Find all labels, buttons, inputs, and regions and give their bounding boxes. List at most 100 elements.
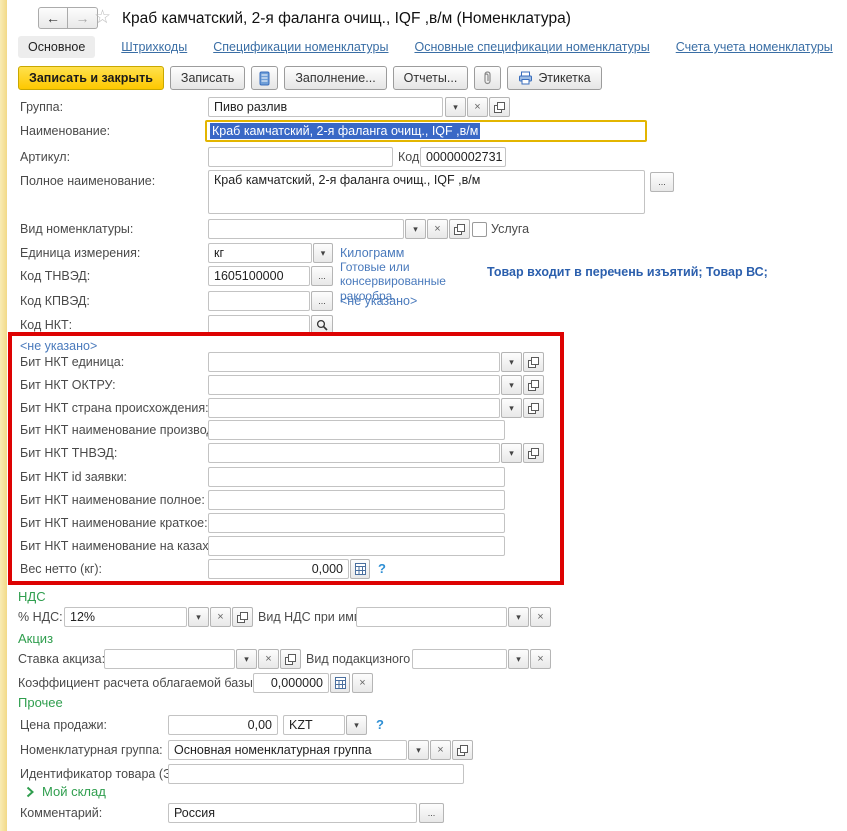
esf-id-input[interactable]	[168, 764, 464, 784]
vat-rate-input[interactable]: 12%	[64, 607, 187, 627]
bit-nkt-unit-input[interactable]	[208, 352, 500, 372]
bit-nkt-unit-open-button[interactable]	[523, 352, 544, 372]
fill-button[interactable]: Заполнение...	[284, 66, 386, 90]
excise-coef-calc-button[interactable]	[330, 673, 350, 693]
group-clear-button[interactable]: ×	[467, 97, 488, 117]
bit-nkt-request-id-input[interactable]	[208, 467, 505, 487]
unit-hint-link[interactable]: Килограмм	[340, 246, 404, 260]
bit-nkt-oktru-input[interactable]	[208, 375, 500, 395]
chevron-down-icon: ▾	[509, 448, 514, 459]
attachments-button[interactable]	[474, 66, 501, 90]
bit-nkt-request-id-label: Бит НКТ id заявки:	[20, 470, 127, 484]
tnved-input[interactable]: 1605100000	[208, 266, 310, 286]
net-weight-help-link[interactable]: ?	[378, 561, 386, 576]
vat-import-dropdown-button[interactable]: ▾	[508, 607, 529, 627]
excise-tmz-input[interactable]	[412, 649, 507, 669]
bit-nkt-kazakh-name-input[interactable]	[208, 536, 505, 556]
article-input[interactable]	[208, 147, 393, 167]
save-and-close-label: Записать и закрыть	[29, 71, 153, 85]
currency-dropdown-button[interactable]: ▾	[346, 715, 367, 735]
favorite-star-icon[interactable]: ☆	[94, 6, 111, 29]
full-name-textarea[interactable]: Краб камчатский, 2-я фаланга очищ., IQF …	[208, 170, 645, 214]
comment-input[interactable]: Россия	[168, 803, 417, 823]
bit-nkt-country-dropdown-button[interactable]: ▾	[501, 398, 522, 418]
group-open-button[interactable]	[489, 97, 510, 117]
name-label: Наименование:	[20, 124, 110, 138]
tab-barcodes[interactable]: Штрихкоды	[121, 40, 187, 54]
kpved-input[interactable]	[208, 291, 310, 311]
bit-nkt-tnved-input[interactable]	[208, 443, 500, 463]
comment-more-button[interactable]: ...	[419, 803, 444, 823]
nomen-type-dropdown-button[interactable]: ▾	[405, 219, 426, 239]
excise-coef-input[interactable]: 0,000000	[253, 673, 329, 693]
full-name-more-button[interactable]: ...	[650, 172, 674, 192]
kpved-hint-link[interactable]: <не указано>	[340, 294, 417, 308]
excise-rate-open-button[interactable]	[280, 649, 301, 669]
nomen-type-clear-button[interactable]: ×	[427, 219, 448, 239]
group-dropdown-button[interactable]: ▾	[445, 97, 466, 117]
label-print-button[interactable]: Этикетка	[507, 66, 601, 90]
vat-section-title: НДС	[18, 589, 46, 604]
nomen-type-input[interactable]	[208, 219, 404, 239]
tab-main[interactable]: Основное	[18, 36, 95, 58]
nomen-type-open-button[interactable]	[449, 219, 470, 239]
card-index-button[interactable]	[251, 66, 278, 90]
open-form-icon	[454, 224, 465, 235]
excise-tmz-dropdown-button[interactable]: ▾	[508, 649, 529, 669]
forward-icon: →	[76, 10, 90, 26]
net-weight-calc-button[interactable]	[350, 559, 370, 579]
service-checkbox-label: Услуга	[491, 222, 529, 236]
nkt-not-specified-link[interactable]: <не указано>	[20, 339, 97, 353]
nomen-group-open-button[interactable]	[452, 740, 473, 760]
excise-rate-clear-button[interactable]: ×	[258, 649, 279, 669]
back-button[interactable]: ←	[38, 7, 68, 29]
code-input[interactable]: 00000002731	[420, 147, 506, 167]
sale-price-input[interactable]: 0,00	[168, 715, 278, 735]
calculator-icon	[335, 677, 346, 689]
bit-nkt-manufacturer-input[interactable]	[208, 420, 505, 440]
nomen-group-dropdown-button[interactable]: ▾	[408, 740, 429, 760]
kpved-more-button[interactable]: ...	[311, 291, 333, 311]
my-stock-group-toggle[interactable]: Мой склад	[26, 784, 106, 799]
bit-nkt-oktru-open-button[interactable]	[523, 375, 544, 395]
group-input[interactable]: Пиво разлив	[208, 97, 443, 117]
vat-rate-open-button[interactable]	[232, 607, 253, 627]
bit-nkt-country-open-button[interactable]	[523, 398, 544, 418]
excise-coef-clear-button[interactable]: ×	[352, 673, 373, 693]
service-checkbox[interactable]	[472, 222, 487, 237]
ellipsis-icon: ...	[318, 296, 326, 306]
unit-dropdown-button[interactable]: ▾	[313, 243, 333, 263]
bit-nkt-unit-dropdown-button[interactable]: ▾	[501, 352, 522, 372]
vat-import-clear-button[interactable]: ×	[530, 607, 551, 627]
name-input[interactable]: Краб камчатский, 2-я фаланга очищ., IQF …	[205, 120, 647, 142]
reports-button[interactable]: Отчеты...	[393, 66, 469, 90]
bit-nkt-country-input[interactable]	[208, 398, 500, 418]
currency-input[interactable]: KZT	[283, 715, 345, 735]
close-icon: ×	[359, 677, 365, 689]
bit-nkt-short-name-input[interactable]	[208, 513, 505, 533]
bit-nkt-tnved-open-button[interactable]	[523, 443, 544, 463]
reports-label: Отчеты...	[404, 71, 458, 85]
excise-rate-input[interactable]	[104, 649, 235, 669]
tab-specifications[interactable]: Спецификации номенклатуры	[213, 40, 388, 54]
net-weight-input[interactable]: 0,000	[208, 559, 349, 579]
vat-import-input[interactable]	[356, 607, 507, 627]
nomen-group-input[interactable]: Основная номенклатурная группа	[168, 740, 407, 760]
tab-accounts[interactable]: Счета учета номенклатуры	[676, 40, 833, 54]
vat-rate-dropdown-button[interactable]: ▾	[188, 607, 209, 627]
tnved-more-button[interactable]: ...	[311, 266, 333, 286]
unit-input[interactable]: кг	[208, 243, 312, 263]
excise-tmz-clear-button[interactable]: ×	[530, 649, 551, 669]
save-button[interactable]: Записать	[170, 66, 245, 90]
bit-nkt-full-name-input[interactable]	[208, 490, 505, 510]
sale-price-help-link[interactable]: ?	[376, 717, 384, 732]
bit-nkt-oktru-dropdown-button[interactable]: ▾	[501, 375, 522, 395]
bit-nkt-tnved-dropdown-button[interactable]: ▾	[501, 443, 522, 463]
nomen-group-clear-button[interactable]: ×	[430, 740, 451, 760]
tab-bar: Основное Штрихкоды Спецификации номенкла…	[18, 36, 847, 58]
save-and-close-button[interactable]: Записать и закрыть	[18, 66, 164, 90]
excise-rate-dropdown-button[interactable]: ▾	[236, 649, 257, 669]
tab-main-specifications[interactable]: Основные спецификации номенклатуры	[414, 40, 649, 54]
my-stock-group-label: Мой склад	[42, 784, 106, 799]
vat-rate-clear-button[interactable]: ×	[210, 607, 231, 627]
